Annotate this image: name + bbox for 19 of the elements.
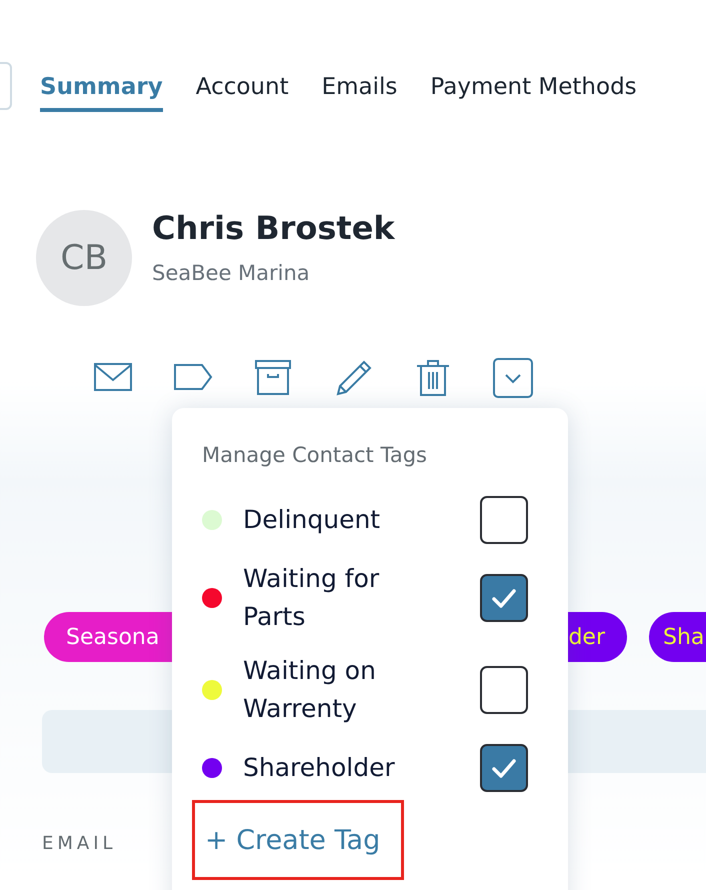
- tab[interactable]: Payment Methods: [430, 74, 637, 112]
- archive-box-icon[interactable]: [253, 358, 293, 398]
- menu-title: Manage Contact Tags: [201, 442, 428, 469]
- checkbox[interactable]: [480, 744, 528, 792]
- company-name: SeaBee Marina: [152, 261, 311, 285]
- avatar: CB: [36, 210, 132, 306]
- tag-pill[interactable]: Sha: [649, 612, 706, 662]
- chevron-down-icon[interactable]: [493, 358, 533, 398]
- create-tag-button[interactable]: + Create Tag: [192, 800, 404, 880]
- field-label: EMAIL: [42, 833, 117, 854]
- checkbox[interactable]: [480, 496, 528, 544]
- checkbox[interactable]: [480, 574, 528, 622]
- checkbox[interactable]: [480, 666, 528, 714]
- contact-name: Chris Brostek: [152, 209, 395, 247]
- tab[interactable]: Account: [196, 74, 289, 112]
- tab[interactable]: Summary: [40, 74, 163, 112]
- tag-name: Shareholder: [243, 752, 396, 784]
- tag-name: Delinquent: [243, 504, 382, 536]
- tab[interactable]: Emails: [322, 74, 398, 112]
